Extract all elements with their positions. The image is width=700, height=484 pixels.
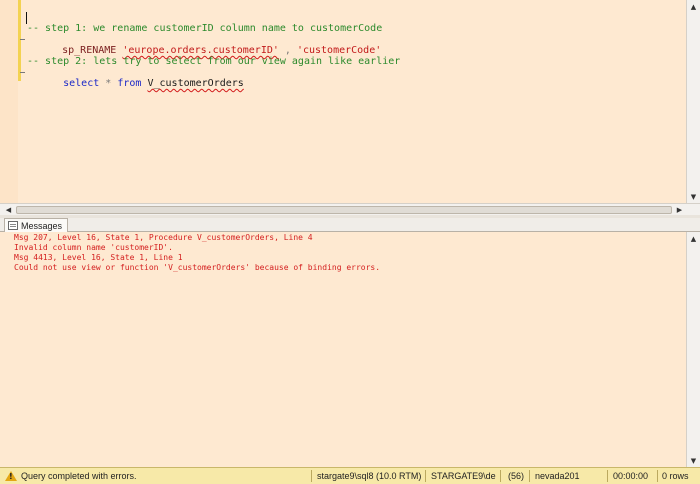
status-bar: Query completed with errors. stargate9\s… xyxy=(0,467,700,484)
view-name: V_customerOrders xyxy=(147,78,244,89)
code-area[interactable]: -- step 1: we rename customerID column n… xyxy=(27,0,680,203)
proc-arg-1: 'europe.orders.customerID' xyxy=(122,45,279,56)
scroll-thumb[interactable] xyxy=(16,206,672,214)
outline-marker xyxy=(20,39,25,40)
results-tab-strip: Messages xyxy=(0,218,700,232)
scroll-left-arrow-icon[interactable]: ◀ xyxy=(2,204,15,215)
message-line: Could not use view or function 'V_custom… xyxy=(14,263,381,272)
keyword-select: select xyxy=(63,78,100,89)
change-tracking-bar xyxy=(18,0,21,81)
code-line-exec: sp_RENAME 'europe.orders.customerID' , '… xyxy=(26,34,381,56)
proc-name: sp_RENAME xyxy=(62,45,117,56)
message-line: Msg 207, Level 16, State 1, Procedure V_… xyxy=(14,233,313,242)
code-line-comment-1: -- step 1: we rename customerID column n… xyxy=(27,23,383,34)
status-login: STARGATE9\de xyxy=(431,471,496,481)
scroll-down-arrow-icon[interactable]: ▼ xyxy=(687,190,700,203)
scroll-up-arrow-icon[interactable]: ▲ xyxy=(687,232,700,245)
messages-pane[interactable]: Msg 207, Level 16, State 1, Procedure V_… xyxy=(0,232,700,467)
outline-marker xyxy=(20,72,25,73)
status-message: Query completed with errors. xyxy=(21,471,137,481)
proc-arg-2: 'customerCode' xyxy=(296,45,382,56)
messages-vertical-scrollbar[interactable]: ▲ ▼ xyxy=(686,232,700,467)
proc-comma: , xyxy=(278,45,297,56)
select-star: * xyxy=(105,78,112,89)
selection-margin xyxy=(0,0,18,203)
editor-horizontal-scrollbar[interactable]: ◀ ▶ xyxy=(0,203,700,215)
code-line-comment-2: -- step 2: lets try to select from our v… xyxy=(27,56,401,67)
message-line: Msg 4413, Level 16, State 1, Line 1 xyxy=(14,253,183,262)
code-line-select: select * from V_customerOrders xyxy=(27,67,244,89)
tab-messages[interactable]: Messages xyxy=(4,218,69,232)
status-database: nevada201 xyxy=(535,471,580,481)
status-spid: (56) xyxy=(508,471,525,481)
keyword-from: from xyxy=(117,78,142,89)
messages-icon xyxy=(8,221,18,230)
status-rows: 0 rows xyxy=(662,471,689,481)
scroll-right-arrow-icon[interactable]: ▶ xyxy=(673,204,686,215)
status-server: stargate9\sql8 (10.0 RTM) xyxy=(317,471,422,481)
scroll-down-arrow-icon[interactable]: ▼ xyxy=(687,454,700,467)
tab-messages-label: Messages xyxy=(21,220,63,231)
status-elapsed: 00:00:00 xyxy=(613,471,649,481)
status-separator xyxy=(500,470,501,482)
message-line: Invalid column name 'customerID'. xyxy=(14,243,173,252)
editor-vertical-scrollbar[interactable]: ▲ ▼ xyxy=(686,0,700,203)
scroll-up-arrow-icon[interactable]: ▲ xyxy=(687,0,700,13)
query-editor[interactable]: -- step 1: we rename customerID column n… xyxy=(0,0,700,215)
